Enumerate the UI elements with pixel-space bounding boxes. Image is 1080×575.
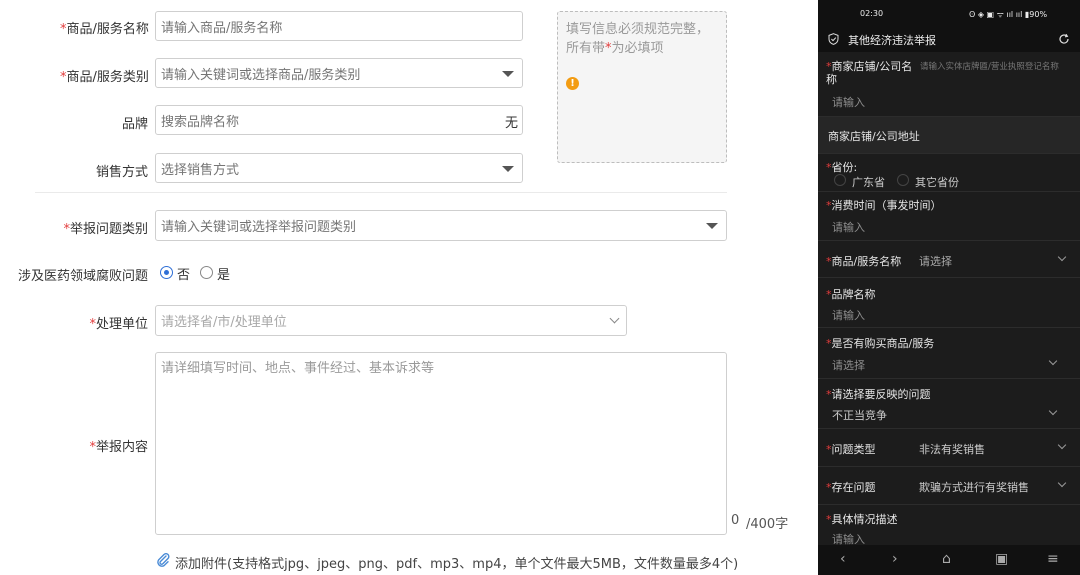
row-consume-time[interactable]: *消费时间（事发时间） 请输入 [818,192,1080,241]
province-radio-other[interactable] [897,174,909,186]
mobile-title: 其他经济违法举报 [848,34,936,47]
add-attachment-link[interactable]: 添加附件(支持格式jpg、jpeg、png、pdf、mp3、mp4，单个文件最大… [175,553,738,572]
mobile-title-bar: 其他经济违法举报 [818,26,1080,52]
caret-down-icon [706,223,718,229]
merchant-name-label: *商家店铺/公司名称 [826,60,913,86]
row-existing-issue[interactable]: *存在问题 欺骗方式进行有奖销售 [818,467,1080,505]
existing-issue-label: *存在问题 [826,481,876,494]
handling-unit-select[interactable]: 请选择省/市/处理单位 [155,305,627,336]
merchant-name-input[interactable]: 请输入 [832,94,865,110]
chevron-down-icon [1057,440,1067,450]
brand-name-input[interactable]: 请输入 [832,307,865,323]
char-counter-max: /400字 [746,517,789,532]
issue-select[interactable]: 不正当竞争 [832,407,887,423]
sale-method-select[interactable]: 选择销售方式 [155,153,523,183]
status-icons: ʘ ◈ ▣ ᯤ ııl ııl ▮90% [969,10,1048,19]
web-report-form: *商品/服务名称 请输入商品/服务名称 *商品/服务类别 请输入关键词或选择商品… [0,0,818,575]
android-nav-bar: ‹ › ⌂ ▣ ≡ [818,545,1080,575]
forward-nav-icon[interactable]: › [892,551,898,567]
chevron-down-icon [609,313,620,324]
paperclip-icon[interactable] [156,553,170,567]
row-brand-name[interactable]: *品牌名称 请输入 [818,278,1080,328]
report-category-select[interactable]: 请输入关键词或选择举报问题类别 [155,210,727,241]
issue-label: *请选择要反映的问题 [826,388,931,401]
brand-name-label: *品牌名称 [826,288,876,301]
row-merchant-address: 商家店铺/公司地址 [818,117,1080,154]
row-product-name[interactable]: *商品/服务名称 请选择 [818,241,1080,278]
brand-label: 品牌 [121,117,148,132]
product-name-mobile-label: *商品/服务名称 [826,255,902,268]
purchased-label: *是否有购买商品/服务 [826,337,935,350]
caret-down-icon [502,71,514,77]
medical-corruption-label: 涉及医药领域腐败问题 [17,269,148,284]
mobile-report-screen: 02:30 ʘ ◈ ▣ ᯤ ııl ııl ▮90% 其他经济违法举报 *商家店… [818,0,1080,575]
back-nav-icon[interactable]: ‹ [840,551,846,567]
sale-method-label: 销售方式 [95,165,148,180]
radio-yes[interactable] [200,266,213,279]
chevron-down-icon [1048,406,1058,416]
product-category-select[interactable]: 请输入关键词或选择商品/服务类别 [155,58,523,88]
brand-none-suffix: 无 [505,116,519,131]
chevron-down-icon [1057,252,1067,262]
radio-no[interactable] [160,266,173,279]
status-time: 02:30 [860,9,884,18]
report-content-label: *举报内容 [89,440,148,455]
handling-unit-label: *处理单位 [89,317,148,332]
consume-time-label: *消费时间（事发时间） [826,199,942,212]
report-category-label: *举报问题类别 [63,222,148,237]
required-hint-box: 填写信息必须规范完整，所有带*为必填项 [557,11,727,163]
home-nav-icon[interactable]: ⌂ [942,551,951,567]
refresh-icon[interactable] [1058,33,1070,45]
radio-no-label: 否 [177,268,191,283]
issue-type-select[interactable]: 非法有奖销售 [919,441,985,457]
row-merchant-name[interactable]: *商家店铺/公司名称 请输入实体店牌匾/营业执照登记名称 请输入 [818,52,1080,117]
product-name-label: *商品/服务名称 [60,22,149,37]
warning-icon: ! [566,77,579,90]
screenshot: *商品/服务名称 请输入商品/服务名称 *商品/服务类别 请输入关键词或选择商品… [0,0,1080,575]
report-content-textarea[interactable]: 请详细填写时间、地点、事件经过、基本诉求等 [155,352,727,535]
row-issue[interactable]: *请选择要反映的问题 不正当竞争 [818,379,1080,429]
row-issue-type[interactable]: *问题类型 非法有奖销售 [818,429,1080,467]
row-province[interactable]: *省份: 广东省 其它省份 [818,154,1080,192]
section-divider [35,192,727,193]
menu-nav-icon[interactable]: ≡ [1047,551,1059,567]
brand-search-input[interactable]: 搜索品牌名称无 [155,105,523,135]
product-category-label: *商品/服务类别 [60,70,149,85]
merchant-address-label: 商家店铺/公司地址 [828,130,920,143]
existing-issue-select[interactable]: 欺骗方式进行有奖销售 [919,479,1029,495]
chevron-down-icon [1057,478,1067,488]
province-option-other: 其它省份 [915,176,959,189]
caret-down-icon [502,166,514,172]
province-radio-guangdong[interactable] [834,174,846,186]
details-label: *具体情况描述 [826,513,898,526]
purchased-select[interactable]: 请选择 [832,357,865,373]
merchant-name-hint: 请输入实体店牌匾/营业执照登记名称 [920,62,1059,72]
char-counter-current: 0 [731,513,740,528]
province-option-guangdong: 广东省 [852,176,885,189]
product-name-input[interactable]: 请输入商品/服务名称 [155,11,523,41]
consume-time-input[interactable]: 请输入 [832,219,865,235]
shield-icon [828,33,839,45]
radio-yes-label: 是 [217,268,231,283]
product-name-select[interactable]: 请选择 [919,253,952,269]
issue-type-label: *问题类型 [826,443,876,456]
tabs-nav-icon[interactable]: ▣ [995,551,1008,567]
province-label: *省份: [826,161,858,174]
row-details[interactable]: *具体情况描述 请输入 [818,505,1080,546]
status-bar: 02:30 ʘ ◈ ▣ ᯤ ııl ııl ▮90% [818,0,1080,26]
row-purchased[interactable]: *是否有购买商品/服务 请选择 [818,328,1080,379]
chevron-down-icon [1048,356,1058,366]
